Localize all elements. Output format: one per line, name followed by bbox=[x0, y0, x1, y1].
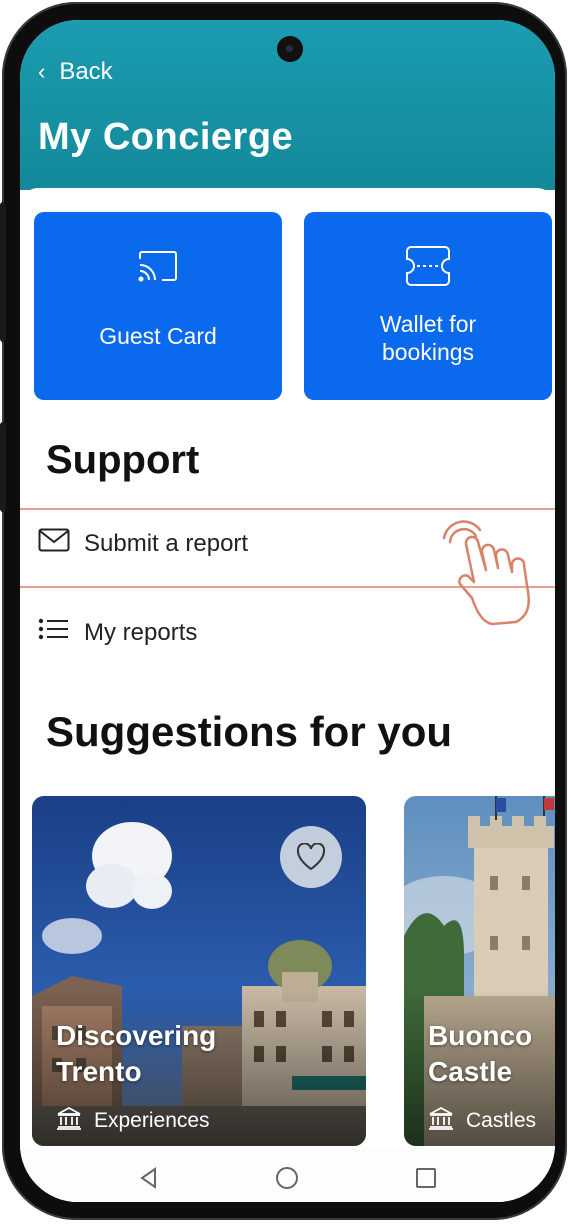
support-heading: Support bbox=[46, 438, 200, 482]
card-category-label: Castles bbox=[466, 1109, 537, 1132]
museum-icon bbox=[56, 1106, 82, 1136]
my-reports-item[interactable]: My reports bbox=[38, 618, 197, 647]
side-button bbox=[0, 202, 6, 342]
camera-hole bbox=[279, 38, 301, 60]
my-reports-label: My reports bbox=[84, 618, 198, 646]
main-content: Guest Card Wallet for bookings Support S… bbox=[20, 188, 555, 1202]
heart-icon bbox=[296, 843, 326, 871]
museum-icon bbox=[428, 1106, 454, 1136]
nav-back-button[interactable] bbox=[129, 1158, 169, 1198]
chevron-left-icon: ‹ bbox=[38, 59, 46, 84]
wallet-label: Wallet for bookings bbox=[379, 311, 477, 365]
guest-card-button[interactable]: Guest Card bbox=[34, 212, 282, 400]
card-category-label: Experiences bbox=[94, 1109, 210, 1132]
system-navigation-bar bbox=[20, 1148, 555, 1202]
list-icon bbox=[38, 618, 70, 647]
guest-card-label: Guest Card bbox=[99, 323, 217, 349]
nav-recents-button[interactable] bbox=[406, 1158, 446, 1198]
home-circle-icon bbox=[276, 1167, 299, 1189]
back-triangle-icon bbox=[140, 1167, 157, 1189]
page-title: My Concierge bbox=[38, 116, 294, 158]
submit-report-item[interactable]: Submit a report bbox=[38, 528, 248, 559]
castle-photo bbox=[404, 796, 555, 1146]
wallet-bookings-button[interactable]: Wallet for bookings bbox=[304, 212, 552, 400]
card-title: Buonco Castle bbox=[428, 1020, 533, 1087]
cast-icon bbox=[136, 244, 180, 288]
phone-frame: ‹ Back My Concierge Guest Card Wallet fo… bbox=[0, 2, 567, 1220]
nav-home-button[interactable] bbox=[267, 1158, 307, 1198]
suggestions-heading: Suggestions for you bbox=[46, 708, 453, 755]
app-header: ‹ Back My Concierge bbox=[20, 20, 555, 190]
card-category: Experiences bbox=[56, 1106, 210, 1136]
screen: ‹ Back My Concierge Guest Card Wallet fo… bbox=[20, 20, 555, 1202]
card-category: Castles bbox=[428, 1106, 536, 1136]
back-button[interactable]: ‹ Back bbox=[38, 58, 113, 86]
card-title: Discovering Trento bbox=[56, 1020, 217, 1087]
recents-square-icon bbox=[415, 1168, 436, 1188]
submit-report-label: Submit a report bbox=[84, 529, 249, 557]
mail-icon bbox=[38, 528, 70, 559]
suggestion-card-trento[interactable]: Discovering Trento Experiences bbox=[32, 796, 366, 1146]
side-button bbox=[0, 422, 6, 512]
suggestion-card-castle[interactable]: Buonco Castle Castles bbox=[404, 796, 555, 1146]
highlight-line-top bbox=[20, 508, 555, 510]
ticket-icon bbox=[403, 244, 453, 288]
tap-hand-icon bbox=[432, 518, 552, 633]
back-label: Back bbox=[59, 58, 113, 85]
favorite-button[interactable] bbox=[280, 826, 342, 888]
